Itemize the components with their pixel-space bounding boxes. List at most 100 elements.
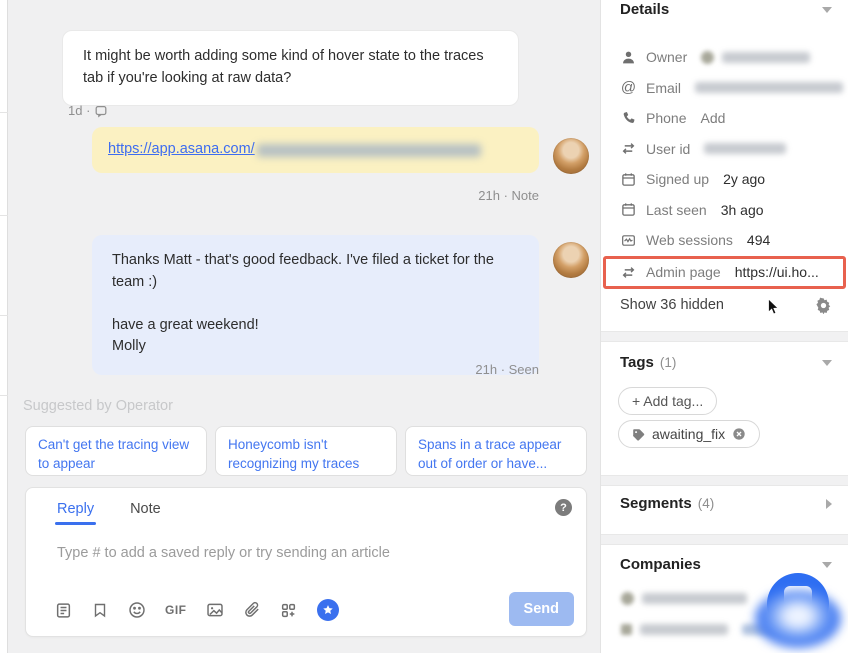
- user-message-bubble: It might be worth adding some kind of ho…: [62, 30, 519, 106]
- mouse-cursor-icon: [766, 298, 781, 316]
- redacted-email-value: [695, 82, 843, 93]
- note-message-meta: 21h · Note: [92, 188, 539, 203]
- tag-awaiting-fix[interactable]: awaiting_fix: [618, 420, 760, 448]
- at-icon: @: [620, 79, 637, 96]
- composer-toolbar: GIF: [54, 599, 339, 621]
- tag-label: awaiting_fix: [652, 426, 725, 442]
- details-sidebar: Details Owner @ Email Phone: [600, 0, 848, 653]
- detail-label: Web sessions: [646, 232, 733, 248]
- companies-title: Companies: [620, 556, 701, 573]
- web-sessions-value: 494: [747, 232, 770, 248]
- detail-row-email[interactable]: @ Email: [601, 73, 848, 104]
- detail-row-web-sessions[interactable]: Web sessions 494: [601, 225, 848, 256]
- help-icon[interactable]: ?: [555, 499, 572, 516]
- chevron-right-icon[interactable]: [826, 499, 832, 509]
- composer-input[interactable]: Type # to add a saved reply or try sendi…: [57, 545, 390, 561]
- detail-row-last-seen[interactable]: Last seen 3h ago: [601, 195, 848, 226]
- teammate-avatar: [553, 138, 589, 174]
- section-divider: [601, 475, 848, 486]
- detail-row-signed-up[interactable]: Signed up 2y ago: [601, 164, 848, 195]
- signed-up-value: 2y ago: [723, 171, 765, 187]
- redacted-company-name: [642, 593, 747, 604]
- company-row-redacted[interactable]: [621, 624, 794, 635]
- bookmark-icon[interactable]: [91, 601, 109, 619]
- admin-reply-bubble: Thanks Matt - that's good feedback. I've…: [92, 235, 539, 375]
- show-hidden-link[interactable]: Show 36 hidden: [620, 297, 724, 313]
- sync-icon: [620, 140, 637, 157]
- note-timestamp: 21h · Note: [478, 188, 539, 203]
- conversation-list-edge: [0, 0, 8, 653]
- reply-text-line2: have a great weekend!: [112, 315, 519, 337]
- phone-add-link[interactable]: Add: [700, 110, 725, 126]
- detail-label: Email: [646, 80, 681, 96]
- tags-count: (1): [660, 355, 677, 370]
- redacted-company-icon: [621, 592, 634, 605]
- gif-icon[interactable]: GIF: [165, 603, 187, 617]
- detail-row-owner[interactable]: Owner: [601, 42, 848, 73]
- segments-count: (4): [698, 496, 715, 511]
- tag-icon: [632, 428, 645, 441]
- user-message-timestamp: 1d ·: [68, 103, 90, 118]
- messenger-icon: [784, 586, 812, 609]
- suggestion-cards: Can't get the tracing view to appear Hon…: [25, 426, 587, 476]
- operator-star-icon[interactable]: [317, 599, 339, 621]
- tab-reply[interactable]: Reply: [57, 501, 94, 525]
- comment-icon: [94, 104, 108, 118]
- phone-icon: [620, 110, 637, 127]
- tags-header: Tags (1): [620, 354, 832, 371]
- teammate-avatar: [553, 242, 589, 278]
- gear-icon[interactable]: [815, 297, 832, 314]
- details-title: Details: [620, 1, 669, 18]
- attachment-icon[interactable]: [243, 601, 261, 619]
- emoji-icon[interactable]: [128, 601, 146, 619]
- company-row-redacted[interactable]: [621, 592, 747, 605]
- segments-title: Segments: [620, 495, 692, 512]
- chevron-down-icon[interactable]: [822, 562, 832, 568]
- last-seen-value: 3h ago: [721, 202, 764, 218]
- composer-tabs: Reply Note: [57, 501, 161, 525]
- sync-icon: [620, 264, 637, 281]
- redacted-owner-avatar: [701, 51, 714, 64]
- activity-icon: [620, 232, 637, 249]
- add-tag-label: + Add tag...: [632, 393, 703, 409]
- reply-composer: Reply Note ? Type # to add a saved reply…: [25, 487, 587, 637]
- reply-text-line3: Molly: [112, 336, 519, 358]
- reply-text-line1: Thanks Matt - that's good feedback. I've…: [112, 250, 519, 294]
- detail-label: User id: [646, 141, 690, 157]
- redacted-company-name: [640, 624, 728, 635]
- section-divider: [601, 534, 848, 545]
- asana-link[interactable]: https://app.asana.com/: [108, 139, 255, 161]
- redacted-user-id-value: [704, 143, 786, 154]
- reply-message-meta: 21h · Seen: [92, 362, 539, 377]
- calendar-icon: [620, 171, 637, 188]
- detail-label: Owner: [646, 49, 687, 65]
- reply-paragraph-gap: [112, 294, 519, 315]
- inbox-conversation-page: It might be worth adding some kind of ho…: [0, 0, 848, 653]
- user-message-meta: 1d ·: [68, 103, 108, 118]
- image-icon[interactable]: [206, 601, 224, 619]
- calendar-icon: [620, 201, 637, 218]
- tab-note[interactable]: Note: [130, 501, 161, 525]
- remove-tag-icon[interactable]: [732, 427, 746, 441]
- redacted-link-text: [257, 144, 481, 157]
- saved-reply-icon[interactable]: [54, 601, 72, 619]
- section-divider: [601, 331, 848, 342]
- admin-page-link[interactable]: https://ui.ho...: [735, 264, 819, 280]
- apps-icon[interactable]: [280, 601, 298, 619]
- messenger-launcher-button[interactable]: [767, 573, 829, 635]
- detail-row-phone[interactable]: Phone Add: [601, 103, 848, 134]
- detail-row-user-id[interactable]: User id: [601, 134, 848, 165]
- chevron-down-icon[interactable]: [822, 7, 832, 13]
- person-icon: [620, 49, 637, 66]
- chevron-down-icon[interactable]: [822, 360, 832, 366]
- note-message-bubble: https://app.asana.com/: [92, 127, 539, 173]
- suggestion-card-tracing-view[interactable]: Can't get the tracing view to appear: [25, 426, 207, 476]
- detail-label: Admin page: [646, 264, 721, 280]
- detail-row-admin-page[interactable]: Admin page https://ui.ho...: [603, 256, 846, 289]
- redacted-company-icon: [621, 624, 632, 635]
- detail-label: Last seen: [646, 202, 707, 218]
- suggestion-card-recognizing-traces[interactable]: Honeycomb isn't recognizing my traces: [215, 426, 397, 476]
- suggestion-card-spans-order[interactable]: Spans in a trace appear out of order or …: [405, 426, 587, 476]
- add-tag-button[interactable]: + Add tag...: [618, 387, 717, 415]
- send-button[interactable]: Send: [509, 592, 574, 626]
